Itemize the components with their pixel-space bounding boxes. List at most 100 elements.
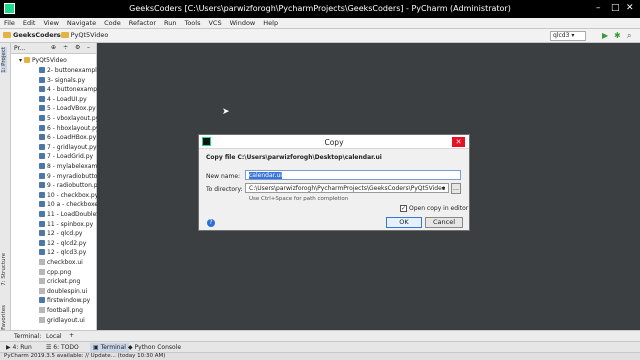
file-item[interactable]: 12 - qlcd3.py [39,248,97,258]
checkbox-checked-icon[interactable]: ✓ [400,205,407,212]
breadcrumb-folder[interactable]: › PyQt5Video [56,31,108,39]
hide-icon[interactable]: – [87,44,90,51]
close-window-icon[interactable]: ✕ [626,3,634,13]
maximize-icon[interactable]: □ [611,3,620,13]
tree-root[interactable]: ▾ PyQt5Video [19,56,97,66]
image-file-icon [39,268,45,275]
file-name: 10 - checkbox.py [47,191,97,199]
file-item[interactable]: 12 - qlcd.py [39,229,97,239]
folder-icon [23,57,30,63]
python-console-button[interactable]: ◆ Python Console [128,344,181,351]
file-item[interactable]: 8 - mylabelexample [39,162,97,172]
run-tool-button[interactable]: ▶ 4: Run [6,344,32,351]
menu-navigate[interactable]: Navigate [63,18,100,27]
file-item[interactable]: 10 - checkbox.py [39,191,97,201]
minimize-icon[interactable]: – [596,3,601,13]
breadcrumb-project[interactable]: GeeksCoders [3,31,61,39]
python-file-icon [39,172,45,179]
image-file-icon [39,278,45,285]
file-item[interactable]: football.png [39,306,97,316]
new-name-input[interactable]: calendar.ui [245,170,461,180]
menu-vcs[interactable]: VCS [204,18,225,27]
file-item[interactable]: 2- buttonexample [39,66,97,76]
file-name: cpp.png [47,268,72,276]
file-name: 8 - mylabelexample [47,163,97,170]
project-tool-tab[interactable]: 1: Project [1,47,7,73]
file-name: 3- signals.py [47,76,86,84]
file-item[interactable]: doublespin.ui [39,287,97,297]
file-name: 4 - buttonexample [47,86,97,94]
menu-help[interactable]: Help [259,18,282,27]
file-item[interactable]: 12 - qlcd2.py [39,239,97,249]
structure-tool-tab[interactable]: 7: Structure [1,253,7,286]
add-icon[interactable]: + [69,332,74,339]
file-item[interactable]: 11 - LoadDoubleS [39,210,97,220]
close-dialog-button[interactable]: ✕ [452,137,465,147]
file-item[interactable]: 7 - gridlayout.py [39,143,97,153]
file-item[interactable]: 11 - spinbox.py [39,220,97,230]
file-item[interactable]: 9 - myradiobutton [39,172,97,182]
ui-file-icon [39,259,45,265]
navigation-bar: GeeksCoders › PyQt5Video qlcd3 ▾ ▶ ✱ ⌕ [0,29,640,43]
file-item[interactable]: cricket.png [39,277,97,287]
file-name: 9 - radiobutton.py [47,182,97,190]
menu-code[interactable]: Code [100,18,125,27]
file-item[interactable]: firstwindow.py [39,296,97,306]
file-item[interactable]: 9 - radiobutton.py [39,181,97,191]
menu-refactor[interactable]: Refactor [125,18,160,27]
file-name: 5 - vboxlayout.py [47,115,97,122]
dialog-title: Copy [324,138,344,147]
ok-button[interactable]: OK [386,217,422,228]
sync-icon[interactable]: ⊕ [51,44,56,51]
search-icon[interactable]: ⌕ [627,31,631,41]
window-title: GeeksCoders [C:\Users\parwizforogh\Pycha… [129,4,511,13]
file-item[interactable]: 10 a - checkboxes [39,200,97,210]
cancel-button[interactable]: Cancel [425,217,463,228]
file-item[interactable]: gridlayout.ui [39,316,97,326]
terminal-tab-local[interactable]: Local [46,333,62,340]
menu-edit[interactable]: Edit [19,18,40,27]
python-file-icon [39,95,45,102]
file-item[interactable]: checkbox.ui [39,258,97,268]
file-name: 12 - qlcd3.py [47,249,87,257]
file-name: 5 - LoadVBox.py [47,105,96,113]
terminal-tool-button[interactable]: ▣ Terminal [90,343,129,352]
project-view-select[interactable]: Pr... [14,45,25,52]
open-copy-checkbox[interactable]: ✓ Open copy in editor [400,205,468,212]
file-name: 7 - LoadGrid.py [47,153,94,161]
debug-icon[interactable]: ✱ [614,31,621,40]
menu-tools[interactable]: Tools [180,18,204,27]
file-item[interactable]: 7 - LoadGrid.py [39,152,97,162]
help-icon[interactable]: ? [207,219,215,227]
menu-window[interactable]: Window [226,18,260,27]
todo-tool-button[interactable]: ☰ 6: TODO [46,344,79,351]
gear-icon[interactable]: ⚙ [75,44,80,51]
status-text[interactable]: PyCharm 2019.3.5 available: // Update...… [4,353,165,359]
file-name: 11 - spinbox.py [47,220,94,228]
file-item[interactable]: 6 - hboxlayout.py [39,124,97,134]
chevron-down-icon: ▾ [19,57,23,64]
dialog-title-bar: Copy ✕ [199,135,469,149]
file-item[interactable]: 6 - LoadHBox.py [39,133,97,143]
file-item[interactable]: 4 - LoadUI.py [39,95,97,105]
file-name: 12 - qlcd.py [47,230,83,238]
file-item[interactable]: 5 - LoadVBox.py [39,104,97,114]
python-file-icon [39,134,45,141]
run-icon[interactable]: ▶ [602,31,608,40]
menu-view[interactable]: View [39,18,62,27]
menu-run[interactable]: Run [160,18,180,27]
file-item[interactable]: 3- signals.py [39,76,97,86]
python-file-icon [39,143,45,150]
file-item[interactable]: 5 - vboxlayout.py [39,114,97,124]
file-name: cricket.png [47,278,81,286]
browse-button[interactable]: ... [451,183,461,194]
collapse-icon[interactable]: ÷ [63,44,68,51]
file-name: 11 - LoadDoubleS [47,211,97,218]
run-configuration-select[interactable]: qlcd3 ▾ [550,31,586,41]
image-file-icon [39,307,45,313]
file-item[interactable]: 4 - buttonexample [39,85,97,95]
file-item[interactable]: cpp.png [39,268,97,278]
file-name: 4 - LoadUI.py [47,95,87,103]
menu-file[interactable]: File [0,18,19,27]
to-directory-select[interactable]: C:\Users\parwizforogh\PycharmProjects\Ge… [245,183,449,193]
